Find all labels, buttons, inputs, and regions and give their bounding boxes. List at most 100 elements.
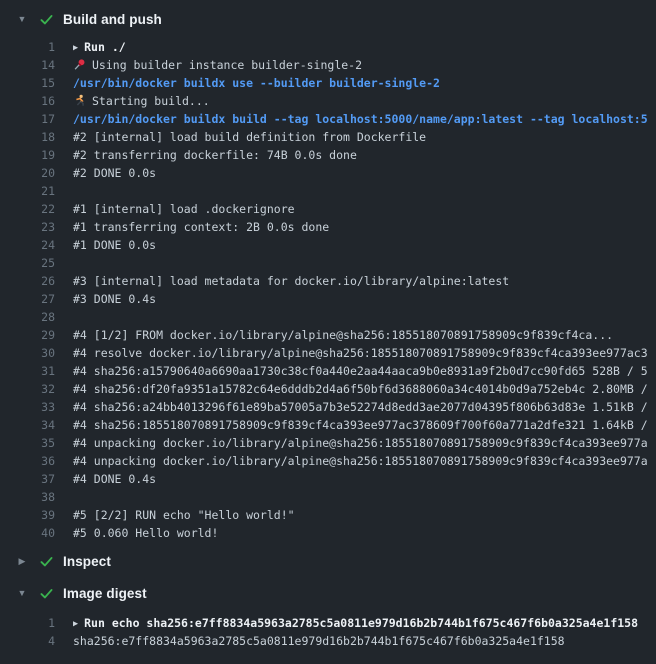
line-number[interactable]: 18 <box>0 128 55 146</box>
line-number[interactable]: 16 <box>0 92 55 110</box>
log-text: #4 sha256:a24bb4013296f61e89ba57005a7b3e… <box>55 398 648 416</box>
log-line: 22#1 [internal] load .dockerignore <box>0 200 656 218</box>
line-number[interactable]: 15 <box>0 74 55 92</box>
log-text: sha256:e7ff8834a5963a2785c5a0811e979d16b… <box>55 632 565 650</box>
log-text: #1 DONE 0.0s <box>55 236 156 254</box>
log-text: #4 sha256:df20fa9351a15782c64e6dddb2d4a6… <box>55 380 648 398</box>
line-number[interactable]: 31 <box>0 362 55 380</box>
chevron-down-icon: ▼ <box>15 15 29 24</box>
line-number[interactable]: 17 <box>0 110 55 128</box>
line-number[interactable]: 35 <box>0 434 55 452</box>
log-line: 20#2 DONE 0.0s <box>0 164 656 182</box>
line-number[interactable]: 29 <box>0 326 55 344</box>
log-text: #1 transferring context: 2B 0.0s done <box>55 218 329 236</box>
log-text: #5 [2/2] RUN echo "Hello world!" <box>55 506 295 524</box>
line-number[interactable]: 39 <box>0 506 55 524</box>
check-icon <box>38 585 54 601</box>
log-line: 29#4 [1/2] FROM docker.io/library/alpine… <box>0 326 656 344</box>
expand-arrow-icon: ▶ <box>73 615 78 632</box>
section-header-image-digest[interactable]: ▼ Image digest <box>0 580 656 606</box>
log-line: 15/usr/bin/docker buildx use --builder b… <box>0 74 656 92</box>
log-line: 30#4 resolve docker.io/library/alpine@sh… <box>0 344 656 362</box>
log-line: 28 <box>0 308 656 326</box>
log-line: 14Using builder instance builder-single-… <box>0 56 656 74</box>
log-text: #1 [internal] load .dockerignore <box>55 200 295 218</box>
log-text <box>55 488 73 506</box>
log-line: 35#4 unpacking docker.io/library/alpine@… <box>0 434 656 452</box>
section-header-inspect[interactable]: ▶ Inspect <box>0 548 656 574</box>
log-text: #4 resolve docker.io/library/alpine@sha2… <box>55 344 648 362</box>
section-title: Inspect <box>63 554 111 569</box>
log-line: 16Starting build... <box>0 92 656 110</box>
line-number[interactable]: 28 <box>0 308 55 326</box>
log-text: #4 sha256:185518070891758909c9f839cf4ca3… <box>55 416 648 434</box>
log-text: Starting build... <box>55 92 210 110</box>
workflow-log-viewer: ▼ Build and push 1▶Run ./14Using builder… <box>0 6 656 664</box>
line-number[interactable]: 4 <box>0 632 55 650</box>
expand-arrow-icon: ▶ <box>73 39 78 56</box>
line-number[interactable]: 33 <box>0 398 55 416</box>
log-line: 36#4 unpacking docker.io/library/alpine@… <box>0 452 656 470</box>
log-text: ▶Run echo sha256:e7ff8834a5963a2785c5a08… <box>55 614 638 632</box>
line-number[interactable]: 40 <box>0 524 55 542</box>
log-text: /usr/bin/docker buildx use --builder bui… <box>55 74 440 92</box>
log-line: 24#1 DONE 0.0s <box>0 236 656 254</box>
line-number[interactable]: 34 <box>0 416 55 434</box>
line-number[interactable]: 36 <box>0 452 55 470</box>
log-text: ▶Run ./ <box>55 38 126 56</box>
log-text: #2 [internal] load build definition from… <box>55 128 426 146</box>
line-number[interactable]: 21 <box>0 182 55 200</box>
line-number[interactable]: 19 <box>0 146 55 164</box>
line-number[interactable]: 26 <box>0 272 55 290</box>
log-text: #2 transferring dockerfile: 74B 0.0s don… <box>55 146 357 164</box>
log-line: 26#3 [internal] load metadata for docker… <box>0 272 656 290</box>
check-icon <box>38 11 54 27</box>
log-line: 18#2 [internal] load build definition fr… <box>0 128 656 146</box>
log-line: 34#4 sha256:185518070891758909c9f839cf4c… <box>0 416 656 434</box>
log-line: 39#5 [2/2] RUN echo "Hello world!" <box>0 506 656 524</box>
line-number[interactable]: 30 <box>0 344 55 362</box>
log-line: 23#1 transferring context: 2B 0.0s done <box>0 218 656 236</box>
log-line: 17/usr/bin/docker buildx build --tag loc… <box>0 110 656 128</box>
line-number[interactable]: 22 <box>0 200 55 218</box>
line-number[interactable]: 37 <box>0 470 55 488</box>
line-number[interactable]: 1 <box>0 38 55 56</box>
section-header-build-and-push[interactable]: ▼ Build and push <box>0 6 656 32</box>
log-text: #3 [internal] load metadata for docker.i… <box>55 272 509 290</box>
line-number[interactable]: 24 <box>0 236 55 254</box>
log-line: 25 <box>0 254 656 272</box>
log-text: #3 DONE 0.4s <box>55 290 156 308</box>
log-line: 40#5 0.060 Hello world! <box>0 524 656 542</box>
log-text: #4 DONE 0.4s <box>55 470 156 488</box>
log-text: /usr/bin/docker buildx build --tag local… <box>55 110 648 128</box>
line-number[interactable]: 25 <box>0 254 55 272</box>
log-line: 4sha256:e7ff8834a5963a2785c5a0811e979d16… <box>0 632 656 650</box>
check-icon <box>38 553 54 569</box>
log-group-line[interactable]: 1▶Run ./ <box>0 38 656 56</box>
log-line: 31#4 sha256:a15790640a6690aa1730c38cf0a4… <box>0 362 656 380</box>
log-line: 32#4 sha256:df20fa9351a15782c64e6dddb2d4… <box>0 380 656 398</box>
pushpin-icon <box>73 56 88 74</box>
line-number[interactable]: 27 <box>0 290 55 308</box>
log-line: 21 <box>0 182 656 200</box>
log-text <box>55 182 73 200</box>
section-title: Image digest <box>63 586 147 601</box>
line-number[interactable]: 23 <box>0 218 55 236</box>
log-line: 19#2 transferring dockerfile: 74B 0.0s d… <box>0 146 656 164</box>
line-number[interactable]: 38 <box>0 488 55 506</box>
log-line: 27#3 DONE 0.4s <box>0 290 656 308</box>
log-text: #4 sha256:a15790640a6690aa1730c38cf0a440… <box>55 362 648 380</box>
section-title: Build and push <box>63 12 162 27</box>
line-number[interactable]: 1 <box>0 614 55 632</box>
line-number[interactable]: 14 <box>0 56 55 74</box>
log-line: 33#4 sha256:a24bb4013296f61e89ba57005a7b… <box>0 398 656 416</box>
log-text <box>55 308 73 326</box>
log-group-line[interactable]: 1▶Run echo sha256:e7ff8834a5963a2785c5a0… <box>0 614 656 632</box>
line-number[interactable]: 32 <box>0 380 55 398</box>
log-text: #4 unpacking docker.io/library/alpine@sh… <box>55 434 648 452</box>
log-text: #4 [1/2] FROM docker.io/library/alpine@s… <box>55 326 613 344</box>
log-lines-image-digest: 1▶Run echo sha256:e7ff8834a5963a2785c5a0… <box>0 606 656 656</box>
line-number[interactable]: 20 <box>0 164 55 182</box>
log-text <box>55 254 73 272</box>
log-text: #5 0.060 Hello world! <box>55 524 218 542</box>
